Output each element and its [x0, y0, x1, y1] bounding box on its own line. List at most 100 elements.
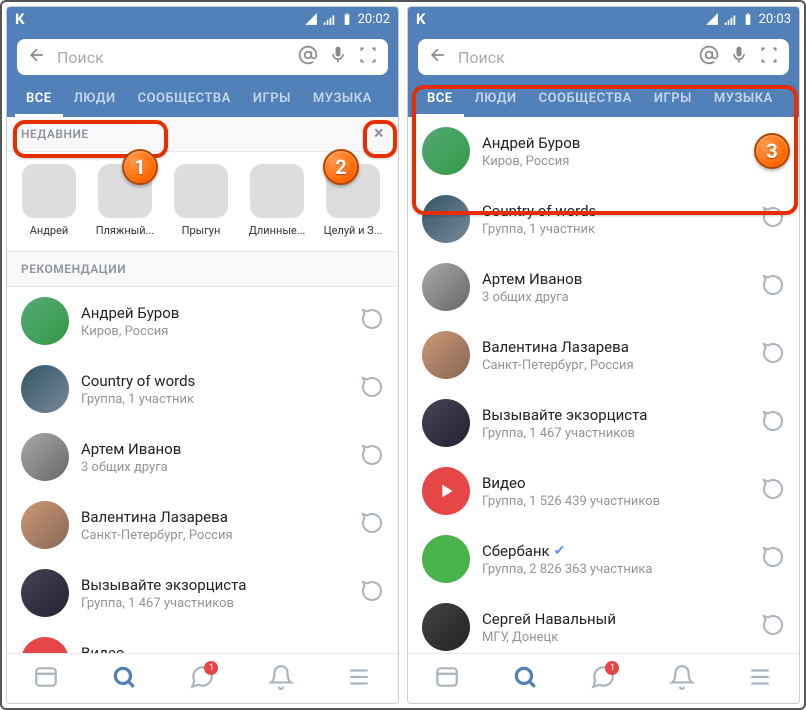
search-bar[interactable]: Поиск: [418, 39, 789, 75]
recs-label: РЕКОМЕНДАЦИИ: [21, 262, 126, 276]
tab-games[interactable]: ИГРЫ: [643, 81, 703, 117]
message-icon[interactable]: [360, 375, 384, 403]
list-item[interactable]: Артем Иванов 3 общих друга: [7, 423, 398, 491]
status-icons: 20:03: [705, 12, 791, 27]
avatar: [422, 399, 470, 447]
nav-notifications-icon[interactable]: [669, 664, 695, 694]
nav-news-icon[interactable]: [434, 664, 460, 694]
play-icon: [34, 650, 56, 653]
nav-messages-icon[interactable]: 1: [189, 664, 215, 694]
status-time: 20:03: [759, 12, 791, 27]
item-title: Сбербанк✔: [482, 542, 749, 560]
category-tabs: ВСЕ ЛЮДИ СООБЩЕСТВА ИГРЫ МУЗЫКА: [408, 81, 799, 117]
nav-menu-icon[interactable]: [747, 664, 773, 694]
list-item[interactable]: Андрей Буров Киров, Россия: [408, 117, 799, 185]
list-item[interactable]: Country of words Группа, 1 участник: [7, 355, 398, 423]
recent-item[interactable]: Целуй и З...: [321, 164, 385, 237]
tab-music[interactable]: МУЗЫКА: [302, 81, 383, 117]
nav-search-icon[interactable]: [111, 664, 137, 694]
recent-label: Длинные...: [249, 224, 306, 237]
recent-item[interactable]: Прыгун: [169, 164, 233, 237]
list-item[interactable]: Сбербанк✔ Группа, 2 826 363 участника: [408, 525, 799, 593]
tab-communities[interactable]: СООБЩЕСТВА: [528, 81, 643, 117]
phone-right: K 20:03 Поиск: [407, 6, 800, 704]
list-item[interactable]: Андрей Буров Киров, Россия: [7, 287, 398, 355]
avatar: [422, 603, 470, 651]
message-icon[interactable]: [360, 307, 384, 335]
qr-icon[interactable]: [358, 45, 378, 69]
list-item[interactable]: Вызывайте экзорциста Группа, 1 467 участ…: [408, 389, 799, 457]
tab-all[interactable]: ВСЕ: [416, 81, 464, 117]
list-item[interactable]: Валентина Лазарева Санкт-Петербург, Росс…: [7, 491, 398, 559]
item-title: Вызывайте экзорциста: [81, 576, 348, 594]
tab-games[interactable]: ИГРЫ: [242, 81, 302, 117]
message-icon[interactable]: [761, 341, 785, 369]
battery-icon: [741, 12, 755, 26]
content-right: Андрей Буров Киров, Россия Country of wo…: [408, 117, 799, 653]
status-time: 20:02: [358, 12, 390, 27]
message-icon[interactable]: [761, 613, 785, 641]
mic-icon[interactable]: [328, 45, 348, 69]
recents-row[interactable]: Андрей Пляжный... Прыгун Длинные... Целу…: [7, 152, 398, 252]
search-input[interactable]: Поиск: [458, 48, 689, 67]
message-icon[interactable]: [360, 511, 384, 539]
list-item[interactable]: Видео Группа, 1 526 439 участников: [7, 627, 398, 653]
mic-icon[interactable]: [729, 45, 749, 69]
list-item[interactable]: Country of words Группа, 1 участник: [408, 185, 799, 253]
recent-item[interactable]: Пляжный...: [93, 164, 157, 237]
message-icon[interactable]: [761, 409, 785, 437]
nav-news-icon[interactable]: [33, 664, 59, 694]
qr-icon[interactable]: [759, 45, 779, 69]
at-icon[interactable]: [298, 45, 318, 69]
tab-all[interactable]: ВСЕ: [15, 81, 63, 117]
nav-messages-icon[interactable]: 1: [590, 664, 616, 694]
status-k: K: [416, 10, 426, 28]
item-title: Андрей Буров: [81, 304, 348, 322]
nav-menu-icon[interactable]: [346, 664, 372, 694]
tab-people[interactable]: ЛЮДИ: [464, 81, 528, 117]
message-icon[interactable]: [761, 273, 785, 301]
list-item[interactable]: Валентина Лазарева Санкт-Петербург, Росс…: [408, 321, 799, 389]
tab-people[interactable]: ЛЮДИ: [63, 81, 127, 117]
recent-thumb: [326, 164, 380, 218]
list-item[interactable]: Вызывайте экзорциста Группа, 1 467 участ…: [7, 559, 398, 627]
message-icon[interactable]: [761, 205, 785, 233]
clear-recents-icon[interactable]: ×: [374, 127, 384, 141]
message-icon[interactable]: [761, 545, 785, 573]
avatar: [422, 263, 470, 311]
search-bar[interactable]: Поиск: [17, 39, 388, 75]
list-item[interactable]: Видео Группа, 1 526 439 участников: [408, 457, 799, 525]
recents-header: НЕДАВНИЕ ×: [7, 117, 398, 152]
avatar: [422, 331, 470, 379]
nav-search-icon[interactable]: [512, 664, 538, 694]
message-icon[interactable]: [360, 579, 384, 607]
at-icon[interactable]: [699, 45, 719, 69]
tab-communities[interactable]: СООБЩЕСТВА: [127, 81, 242, 117]
message-icon[interactable]: [761, 137, 785, 165]
list-item[interactable]: Артем Иванов 3 общих друга: [408, 253, 799, 321]
recent-label: Андрей: [30, 224, 69, 237]
search-input[interactable]: Поиск: [57, 48, 288, 67]
recent-item[interactable]: Андрей: [17, 164, 81, 237]
verified-icon: ✔: [554, 543, 566, 559]
recent-thumb: [98, 164, 152, 218]
item-sub: Киров, Россия: [482, 154, 749, 169]
list-item[interactable]: Сергей Навальный МГУ, Донецк: [408, 593, 799, 653]
cellular-icon: [723, 12, 737, 26]
back-icon[interactable]: [428, 45, 448, 69]
status-bar: K 20:03: [408, 7, 799, 31]
message-icon[interactable]: [761, 477, 785, 505]
recent-item[interactable]: Длинные...: [245, 164, 309, 237]
avatar: [21, 365, 69, 413]
back-icon[interactable]: [27, 45, 47, 69]
item-sub: Группа, 1 526 439 участников: [482, 494, 749, 509]
nav-badge: 1: [204, 661, 218, 675]
recent-label: Пляжный...: [96, 224, 155, 237]
message-icon[interactable]: [360, 443, 384, 471]
item-title: Видео: [81, 644, 384, 654]
tab-music[interactable]: МУЗЫКА: [703, 81, 784, 117]
nav-notifications-icon[interactable]: [268, 664, 294, 694]
avatar: [21, 501, 69, 549]
battery-icon: [340, 12, 354, 26]
status-k: K: [15, 10, 25, 28]
